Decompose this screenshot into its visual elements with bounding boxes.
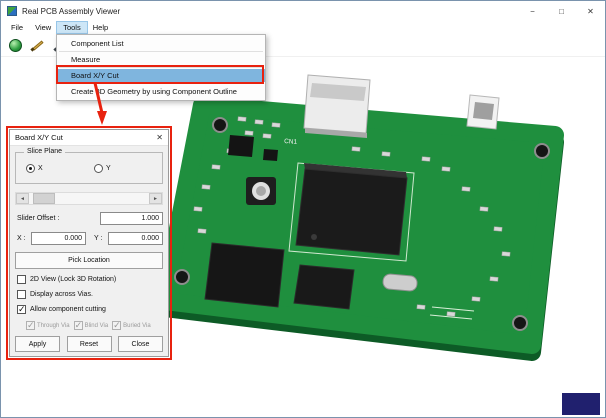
slice-plane-group: Slice Plane X Y <box>15 152 163 184</box>
checkbox-through-via-label: Through Via <box>37 323 70 329</box>
menu-item-component-list[interactable]: Component List <box>57 37 265 50</box>
menu-separator <box>59 67 263 68</box>
checkbox-blind-via: Blind Via <box>74 321 109 330</box>
minimize-button[interactable]: − <box>518 1 547 21</box>
menu-item-create-3d-geometry[interactable]: Create 3D Geometry by using Component Ou… <box>57 85 265 98</box>
close-dialog-button[interactable]: Close <box>118 336 163 352</box>
mounting-hole <box>535 144 549 158</box>
slice-plane-label: Slice Plane <box>24 148 65 155</box>
x-field[interactable]: 0.000 <box>31 232 86 245</box>
menu-separator <box>59 83 263 84</box>
crystal-oscillator <box>382 274 417 292</box>
checkbox-buried-via-control <box>112 321 121 330</box>
dialog-close-icon[interactable]: ✕ <box>156 133 163 142</box>
checkbox-buried-via-label: Buried Via <box>123 323 151 329</box>
checkbox-through-via: Through Via <box>26 321 70 330</box>
mounting-hole <box>513 316 527 330</box>
menu-item-measure[interactable]: Measure <box>57 53 265 66</box>
menu-tools[interactable]: Tools <box>57 22 87 33</box>
menu-separator <box>59 51 263 52</box>
menu-help[interactable]: Help <box>87 22 114 33</box>
ic-chip-small <box>228 135 254 157</box>
usb-connector <box>304 75 370 138</box>
ic-chip-large <box>296 163 407 255</box>
dialog-title-bar[interactable]: Board X/Y Cut ✕ <box>10 130 168 146</box>
slider-offset-label: Slider Offset : <box>17 215 59 222</box>
connector-label: CN1 <box>284 138 298 146</box>
menu-file[interactable]: File <box>5 22 29 33</box>
checkbox-display-vias[interactable]: Display across Vias. <box>17 290 93 299</box>
checkbox-through-via-control <box>26 321 35 330</box>
y-label: Y : <box>94 235 102 242</box>
window-controls: − □ ✕ <box>518 1 605 21</box>
y-field[interactable]: 0.000 <box>108 232 163 245</box>
radio-x-label: X <box>38 165 43 172</box>
mounting-hole <box>213 118 227 132</box>
mounting-hole <box>175 270 189 284</box>
maximize-button[interactable]: □ <box>547 1 576 21</box>
checkbox-display-vias-label: Display across Vias. <box>30 291 93 298</box>
scroll-right-arrow[interactable]: ► <box>149 193 162 204</box>
checkbox-2d-view-label: 2D View (Lock 3D Rotation) <box>30 276 116 283</box>
checkbox-2d-view-control[interactable] <box>17 275 26 284</box>
slice-slider[interactable]: ◄ ► <box>15 192 163 205</box>
radio-x-control[interactable] <box>26 164 35 173</box>
menu-bar: File View Tools Help <box>1 21 605 34</box>
app-icon <box>7 6 17 16</box>
push-button-component <box>246 177 276 205</box>
nav-cube[interactable] <box>562 393 600 415</box>
radio-y-control[interactable] <box>94 164 103 173</box>
header-connector <box>467 95 499 129</box>
reset-button[interactable]: Reset <box>67 336 112 352</box>
app-window: Real PCB Assembly Viewer − □ ✕ File View… <box>0 0 606 418</box>
pcb-3d-view-icon[interactable] <box>9 39 22 52</box>
radio-y-label: Y <box>106 165 111 172</box>
title-bar: Real PCB Assembly Viewer − □ ✕ <box>1 1 605 21</box>
dialog-title: Board X/Y Cut <box>15 133 63 142</box>
checkbox-blind-via-control <box>74 321 83 330</box>
ic-chip-medium <box>205 243 284 307</box>
checkbox-allow-cutting[interactable]: Allow component cutting <box>17 305 106 314</box>
slider-offset-field[interactable]: 1.000 <box>100 212 163 225</box>
window-title: Real PCB Assembly Viewer <box>22 7 120 16</box>
via-checkbox-row: Through Via Blind Via Buried Via <box>26 321 151 330</box>
ic-chip-medium <box>294 265 354 309</box>
radio-slice-y[interactable]: Y <box>94 164 111 173</box>
scroll-left-arrow[interactable]: ◄ <box>16 193 29 204</box>
scroll-track[interactable] <box>29 193 149 204</box>
scroll-thumb[interactable] <box>33 193 55 204</box>
checkbox-buried-via: Buried Via <box>112 321 151 330</box>
radio-slice-x[interactable]: X <box>26 164 43 173</box>
checkbox-blind-via-label: Blind Via <box>85 323 109 329</box>
checkbox-allow-cutting-label: Allow component cutting <box>30 306 106 313</box>
apply-button[interactable]: Apply <box>15 336 60 352</box>
checkbox-2d-view[interactable]: 2D View (Lock 3D Rotation) <box>17 275 116 284</box>
ic-chip-small <box>263 149 278 161</box>
board-xy-cut-dialog: Board X/Y Cut ✕ Slice Plane X Y ◄ ► Slid… <box>9 129 169 357</box>
pick-location-button[interactable]: Pick Location <box>15 252 163 269</box>
menu-item-board-xy-cut[interactable]: Board X/Y Cut <box>57 69 265 82</box>
checkbox-allow-cutting-control[interactable] <box>17 305 26 314</box>
checkbox-display-vias-control[interactable] <box>17 290 26 299</box>
x-label: X : <box>17 235 26 242</box>
close-button[interactable]: ✕ <box>576 1 605 21</box>
tools-dropdown-menu: Component List Measure Board X/Y Cut Cre… <box>56 34 266 101</box>
probe-tool-icon[interactable] <box>31 38 45 52</box>
menu-view[interactable]: View <box>29 22 57 33</box>
dialog-button-row: Apply Reset Close <box>15 336 163 352</box>
